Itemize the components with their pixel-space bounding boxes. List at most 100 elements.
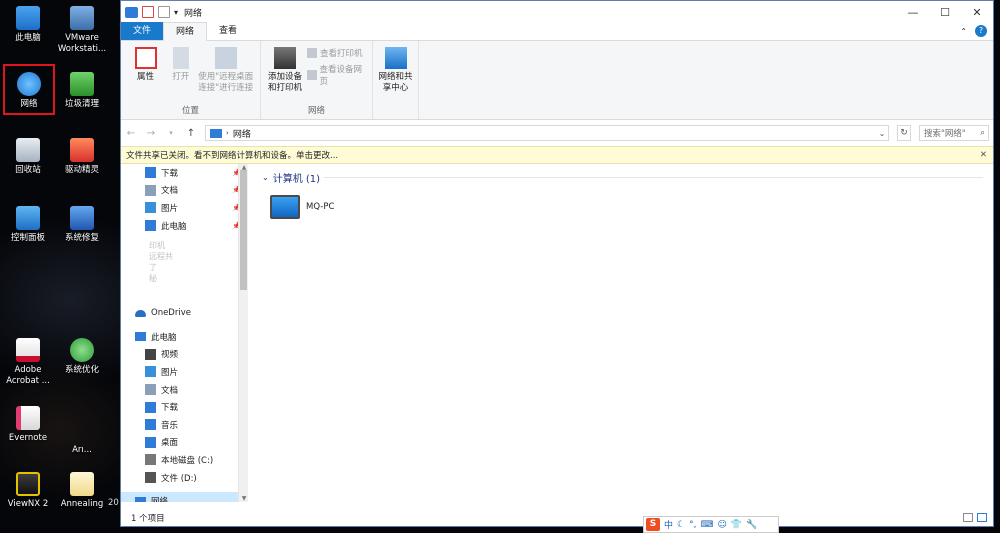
document-icon <box>145 384 156 396</box>
details-view-icon[interactable] <box>963 513 973 522</box>
title-bar: ▾ 网络 — ☐ ✕ <box>121 1 993 23</box>
nav-pc-music[interactable]: 音乐 <box>121 416 248 434</box>
nav-network[interactable]: 网络 <box>121 492 248 502</box>
nav-pc-document[interactable]: 文档 <box>121 381 248 399</box>
evernote-icon <box>16 406 40 430</box>
close-icon[interactable]: ✕ <box>980 150 993 160</box>
nav-pc-drive[interactable]: 文件 (D:) <box>121 469 248 487</box>
desktop-icon-system-repair[interactable]: 系统修复 <box>54 206 110 244</box>
ribbon-group-sharing: 网络和共享中心 <box>373 41 419 119</box>
desktop-icon-control-panel[interactable]: 控制面板 <box>0 206 56 244</box>
network-sharing-center-button[interactable]: 网络和共享中心 <box>377 45 414 119</box>
open-arrow-icon <box>172 47 189 69</box>
help-icon[interactable]: ? <box>975 25 987 37</box>
breadcrumb[interactable]: 网络 <box>233 127 251 140</box>
ghost-drag-image: 印机 远程共 了 秘 <box>149 241 173 284</box>
nav-item-label: 下载 <box>161 403 179 414</box>
forward-arrow-icon[interactable]: → <box>145 128 157 139</box>
printer-small-icon <box>307 48 318 58</box>
pdf-icon <box>16 338 40 362</box>
desktop-icon-annealing[interactable]: Annealing <box>54 472 110 510</box>
desktop-icon-driver-genius[interactable]: 驱动精灵 <box>54 138 110 176</box>
ribbon-group-location: 属性 打开 使用"远程桌面连接"进行连接 位置 <box>121 41 261 119</box>
network-computer-item[interactable]: MQ-PC <box>270 195 993 219</box>
desktop-icon-vmware[interactable]: VMware Workstati... <box>54 6 110 55</box>
ime-mode[interactable]: 中 <box>664 518 673 531</box>
maximize-button[interactable]: ☐ <box>929 1 961 23</box>
desktop-icon-ar[interactable]: Arı... <box>54 418 110 456</box>
nav-quick-picture[interactable]: 图片 📌 <box>121 199 248 217</box>
desktop-icon-this-pc[interactable]: 此电脑 <box>0 6 56 44</box>
driver-icon <box>70 138 94 162</box>
desktop-icon-viewnx[interactable]: ViewNX 2 <box>0 472 56 510</box>
nav-item-label: 文档 <box>161 385 179 396</box>
customize-quick-icon[interactable]: ▾ <box>174 8 178 17</box>
info-bar[interactable]: 文件共享已关闭。看不到网络计算机和设备。单击更改... ✕ <box>121 146 993 164</box>
webpage-icon <box>307 70 317 80</box>
nav-item-label: 此电脑 <box>161 221 187 232</box>
scroll-down-icon[interactable]: ▼ <box>239 495 248 502</box>
recent-chevron-icon[interactable]: ▾ <box>165 129 177 137</box>
refresh-button[interactable]: ↻ <box>897 125 911 141</box>
nav-pc-video[interactable]: 视频 <box>121 346 248 364</box>
nav-onedrive[interactable]: OneDrive <box>121 304 248 322</box>
properties-quick-icon[interactable] <box>142 6 154 18</box>
drive-icon <box>145 454 156 466</box>
group-header[interactable]: ⌄ 计算机 (1) <box>262 170 993 185</box>
desktop-icon-acrobat[interactable]: Adobe Acrobat ... <box>0 338 56 387</box>
punctuation-icon[interactable]: °, <box>689 520 696 530</box>
viewnx-icon <box>16 472 40 496</box>
address-dropdown-icon[interactable]: ⌄ <box>876 129 888 138</box>
collapse-ribbon-icon[interactable]: ⌃ <box>960 27 967 36</box>
nav-item-label: 文件 (D:) <box>161 473 197 484</box>
up-arrow-icon[interactable]: ↑ <box>185 128 197 139</box>
address-bar[interactable]: › 网络 ⌄ <box>205 125 889 141</box>
nav-pc-picture[interactable]: 图片 <box>121 363 248 381</box>
nav-pc-drive[interactable]: 本地磁盘 (C:) <box>121 451 248 469</box>
user-icon[interactable]: ☺ <box>717 520 726 530</box>
tab-network[interactable]: 网络 <box>163 22 208 41</box>
nav-pc-download[interactable]: 下载 <box>121 398 248 416</box>
search-input[interactable]: 搜索"网络" ⌕ <box>919 125 989 141</box>
scrollbar-thumb[interactable] <box>240 170 247 290</box>
large-icons-view-icon[interactable] <box>977 513 987 522</box>
baidu-watermark: Bai du 经验 <box>764 429 980 473</box>
item-count: 1 个项目 <box>131 513 165 524</box>
network-small-icon <box>135 496 146 502</box>
tab-file[interactable]: 文件 <box>121 22 164 40</box>
desktop-icon <box>145 436 156 448</box>
cloud-icon <box>135 309 146 317</box>
minimize-button[interactable]: — <box>897 1 929 23</box>
view-printers-button[interactable]: 查看打印机 <box>307 47 368 59</box>
desktop-icon-cleanup[interactable]: 垃圾清理 <box>54 72 110 110</box>
nav-item-label: 视频 <box>161 350 179 361</box>
desktop-icon-evernote[interactable]: Evernote <box>0 406 56 444</box>
nav-quick-document[interactable]: 文档 📌 <box>121 182 248 200</box>
nav-quick-computer[interactable]: 此电脑 📌 <box>121 217 248 235</box>
app-icon <box>70 418 94 442</box>
nav-pc-desktop[interactable]: 桌面 <box>121 434 248 452</box>
video-icon <box>145 348 156 360</box>
sogou-logo[interactable]: S <box>646 518 660 531</box>
close-button[interactable]: ✕ <box>961 1 993 23</box>
view-device-webpage-button[interactable]: 查看设备网页 <box>307 63 368 87</box>
moon-icon[interactable]: ☾ <box>677 520 685 530</box>
vmware-icon <box>70 6 94 30</box>
wrench-icon[interactable]: 🔧 <box>746 520 757 530</box>
desktop-icon-recycle-bin[interactable]: 回收站 <box>0 138 56 176</box>
optimize-icon <box>70 338 94 362</box>
nav-quick-download[interactable]: 下载 📌 <box>121 164 248 182</box>
computer-icon <box>135 332 146 342</box>
desktop-icon-system-optimize[interactable]: 系统优化 <box>54 338 110 376</box>
collapse-chevron-icon[interactable]: ⌄ <box>262 173 269 182</box>
back-arrow-icon[interactable]: ← <box>125 128 137 139</box>
shirt-icon[interactable]: 👕 <box>731 520 742 530</box>
tab-view[interactable]: 查看 <box>207 22 249 40</box>
keyboard-icon[interactable]: ⌨ <box>700 520 713 530</box>
desktop-icon-partial[interactable]: 20 <box>108 498 119 508</box>
ribbon-group-label: 网络 <box>307 106 325 116</box>
new-folder-quick-icon[interactable] <box>158 6 170 18</box>
nav-scrollbar[interactable]: ▲ ▼ <box>238 164 248 502</box>
nav-this-pc[interactable]: 此电脑 <box>121 328 248 346</box>
desktop-icon-network[interactable]: 网络 <box>3 64 55 115</box>
